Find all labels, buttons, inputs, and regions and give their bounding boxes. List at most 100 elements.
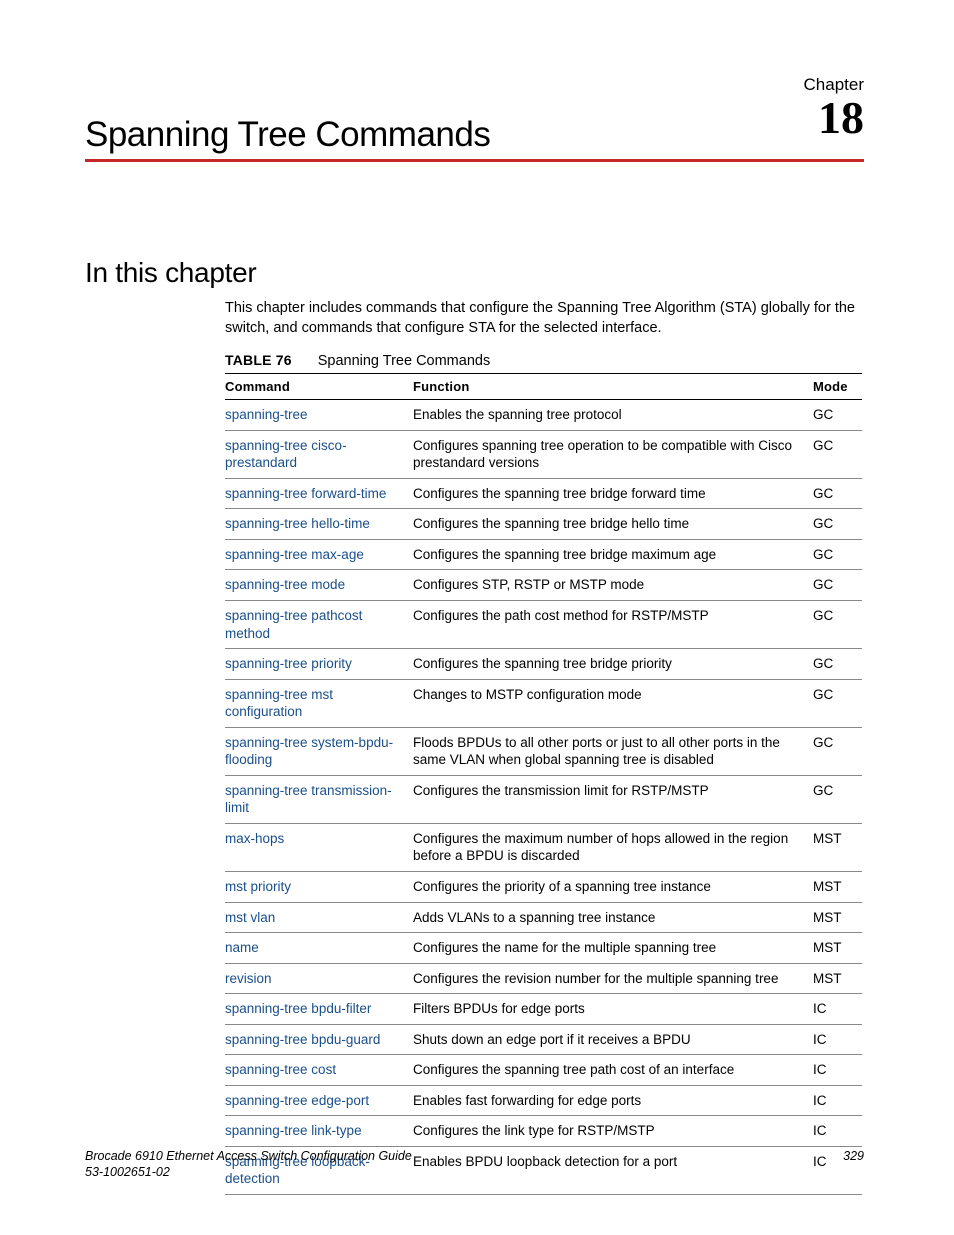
cell-command: spanning-tree transmission-limit	[225, 775, 413, 823]
cell-function: Floods BPDUs to all other ports or just …	[413, 727, 813, 775]
command-link[interactable]: spanning-tree max-age	[225, 547, 364, 562]
cell-mode: IC	[813, 1116, 862, 1147]
command-link[interactable]: revision	[225, 971, 272, 986]
th-mode: Mode	[813, 374, 862, 400]
cell-command: spanning-tree bpdu-guard	[225, 1024, 413, 1055]
table-caption-text: Spanning Tree Commands	[318, 353, 491, 369]
cell-mode: GC	[813, 478, 862, 509]
cell-command: spanning-tree priority	[225, 649, 413, 680]
cell-function: Configures the revision number for the m…	[413, 963, 813, 994]
chapter-header: Chapter 18 Spanning Tree Commands	[85, 85, 864, 162]
table-label: TABLE 76	[225, 352, 292, 368]
table-row: mst priority Configures the priority of a…	[225, 871, 862, 902]
th-command: Command	[225, 374, 413, 400]
table-caption: TABLE 76 Spanning Tree Commands	[225, 348, 864, 373]
command-link[interactable]: max-hops	[225, 831, 284, 846]
table-row: spanning-tree mst configuration Changes t…	[225, 679, 862, 727]
cell-mode: GC	[813, 509, 862, 540]
table-row: spanning-tree pathcost methodConfigures …	[225, 600, 862, 648]
cell-function: Configures the link type for RSTP/MSTP	[413, 1116, 813, 1147]
command-link[interactable]: spanning-tree mst configuration	[225, 687, 333, 720]
section-intro: This chapter includes commands that conf…	[225, 299, 864, 338]
cell-mode: IC	[813, 1024, 862, 1055]
cell-function: Enables the spanning tree protocol	[413, 400, 813, 431]
command-link[interactable]: name	[225, 940, 259, 955]
cell-command: name	[225, 933, 413, 964]
table-row: spanning-tree bpdu-guardShuts down an ed…	[225, 1024, 862, 1055]
footer-doc-id: 53-1002651-02	[85, 1164, 864, 1180]
cell-mode: MST	[813, 871, 862, 902]
cell-command: max-hops	[225, 823, 413, 871]
cell-command: spanning-tree system-bpdu-flooding	[225, 727, 413, 775]
cell-command: spanning-tree cost	[225, 1055, 413, 1086]
cell-function: Configures the transmission limit for RS…	[413, 775, 813, 823]
table-header-row: Command Function Mode	[225, 374, 862, 400]
command-link[interactable]: spanning-tree cisco-prestandard	[225, 438, 347, 471]
cell-mode: MST	[813, 963, 862, 994]
table-row: revision Configures the revision number f…	[225, 963, 862, 994]
section-in-this-chapter: In this chapter This chapter includes co…	[85, 257, 864, 1195]
cell-function: Changes to MSTP configuration mode	[413, 679, 813, 727]
table-row: max-hops Configures the maximum number of…	[225, 823, 862, 871]
command-link[interactable]: spanning-tree edge-port	[225, 1093, 369, 1108]
cell-mode: MST	[813, 902, 862, 933]
command-link[interactable]: spanning-tree cost	[225, 1062, 336, 1077]
cell-mode: GC	[813, 679, 862, 727]
table-row: spanning-tree modeConfigures STP, RSTP o…	[225, 570, 862, 601]
cell-mode: IC	[813, 1085, 862, 1116]
command-link[interactable]: spanning-tree pathcost method	[225, 608, 362, 641]
table-row: spanning-tree cisco-prestandard Configure…	[225, 430, 862, 478]
cell-mode: IC	[813, 1055, 862, 1086]
footer-doc-title: Brocade 6910 Ethernet Access Switch Conf…	[85, 1148, 864, 1164]
table-row: spanning-tree Enables the spanning tree p…	[225, 400, 862, 431]
page-footer: Brocade 6910 Ethernet Access Switch Conf…	[85, 1148, 864, 1181]
cell-command: spanning-tree forward-time	[225, 478, 413, 509]
command-link[interactable]: spanning-tree link-type	[225, 1123, 362, 1138]
cell-command: revision	[225, 963, 413, 994]
cell-function: Configures the spanning tree bridge hell…	[413, 509, 813, 540]
cell-function: Configures the priority of a spanning tr…	[413, 871, 813, 902]
cell-command: spanning-tree edge-port	[225, 1085, 413, 1116]
cell-command: mst priority	[225, 871, 413, 902]
command-link[interactable]: spanning-tree	[225, 407, 308, 422]
cell-function: Configures the maximum number of hops al…	[413, 823, 813, 871]
command-link[interactable]: spanning-tree bpdu-guard	[225, 1032, 380, 1047]
cell-function: Configures the spanning tree bridge prio…	[413, 649, 813, 680]
table-row: spanning-tree bpdu-filterFilters BPDUs f…	[225, 994, 862, 1025]
table-row: spanning-tree transmission-limit Configur…	[225, 775, 862, 823]
cell-function: Configures spanning tree operation to be…	[413, 430, 813, 478]
cell-command: spanning-tree pathcost method	[225, 600, 413, 648]
cell-function: Configures the spanning tree bridge maxi…	[413, 539, 813, 570]
table-row: spanning-tree costConfigures the spannin…	[225, 1055, 862, 1086]
cell-command: spanning-tree max-age	[225, 539, 413, 570]
command-link[interactable]: spanning-tree bpdu-filter	[225, 1001, 371, 1016]
cell-command: spanning-tree cisco-prestandard	[225, 430, 413, 478]
cell-mode: GC	[813, 600, 862, 648]
command-link[interactable]: spanning-tree hello-time	[225, 516, 370, 531]
cell-command: spanning-tree mst configuration	[225, 679, 413, 727]
cell-mode: MST	[813, 823, 862, 871]
cell-mode: IC	[813, 994, 862, 1025]
table-row: mst vlan Adds VLANs to a spanning tree in…	[225, 902, 862, 933]
cell-command: spanning-tree	[225, 400, 413, 431]
command-link[interactable]: spanning-tree system-bpdu-flooding	[225, 735, 393, 768]
command-link[interactable]: spanning-tree transmission-limit	[225, 783, 392, 816]
command-link[interactable]: spanning-tree priority	[225, 656, 352, 671]
cell-mode: GC	[813, 539, 862, 570]
cell-mode: GC	[813, 570, 862, 601]
cell-function: Adds VLANs to a spanning tree instance	[413, 902, 813, 933]
page-number: 329	[843, 1148, 864, 1164]
cell-mode: GC	[813, 430, 862, 478]
table-row: spanning-tree max-age Configures the span…	[225, 539, 862, 570]
command-link[interactable]: mst vlan	[225, 910, 275, 925]
command-link[interactable]: mst priority	[225, 879, 291, 894]
cell-function: Configures the spanning tree bridge forw…	[413, 478, 813, 509]
cell-command: mst vlan	[225, 902, 413, 933]
command-link[interactable]: spanning-tree mode	[225, 577, 345, 592]
cell-function: Configures the name for the multiple spa…	[413, 933, 813, 964]
chapter-number: 18	[818, 95, 864, 141]
command-link[interactable]: spanning-tree forward-time	[225, 486, 386, 501]
section-title: In this chapter	[85, 257, 864, 289]
page: Chapter 18 Spanning Tree Commands In thi…	[0, 0, 954, 1235]
table-row: spanning-tree edge-portEnables fast forw…	[225, 1085, 862, 1116]
